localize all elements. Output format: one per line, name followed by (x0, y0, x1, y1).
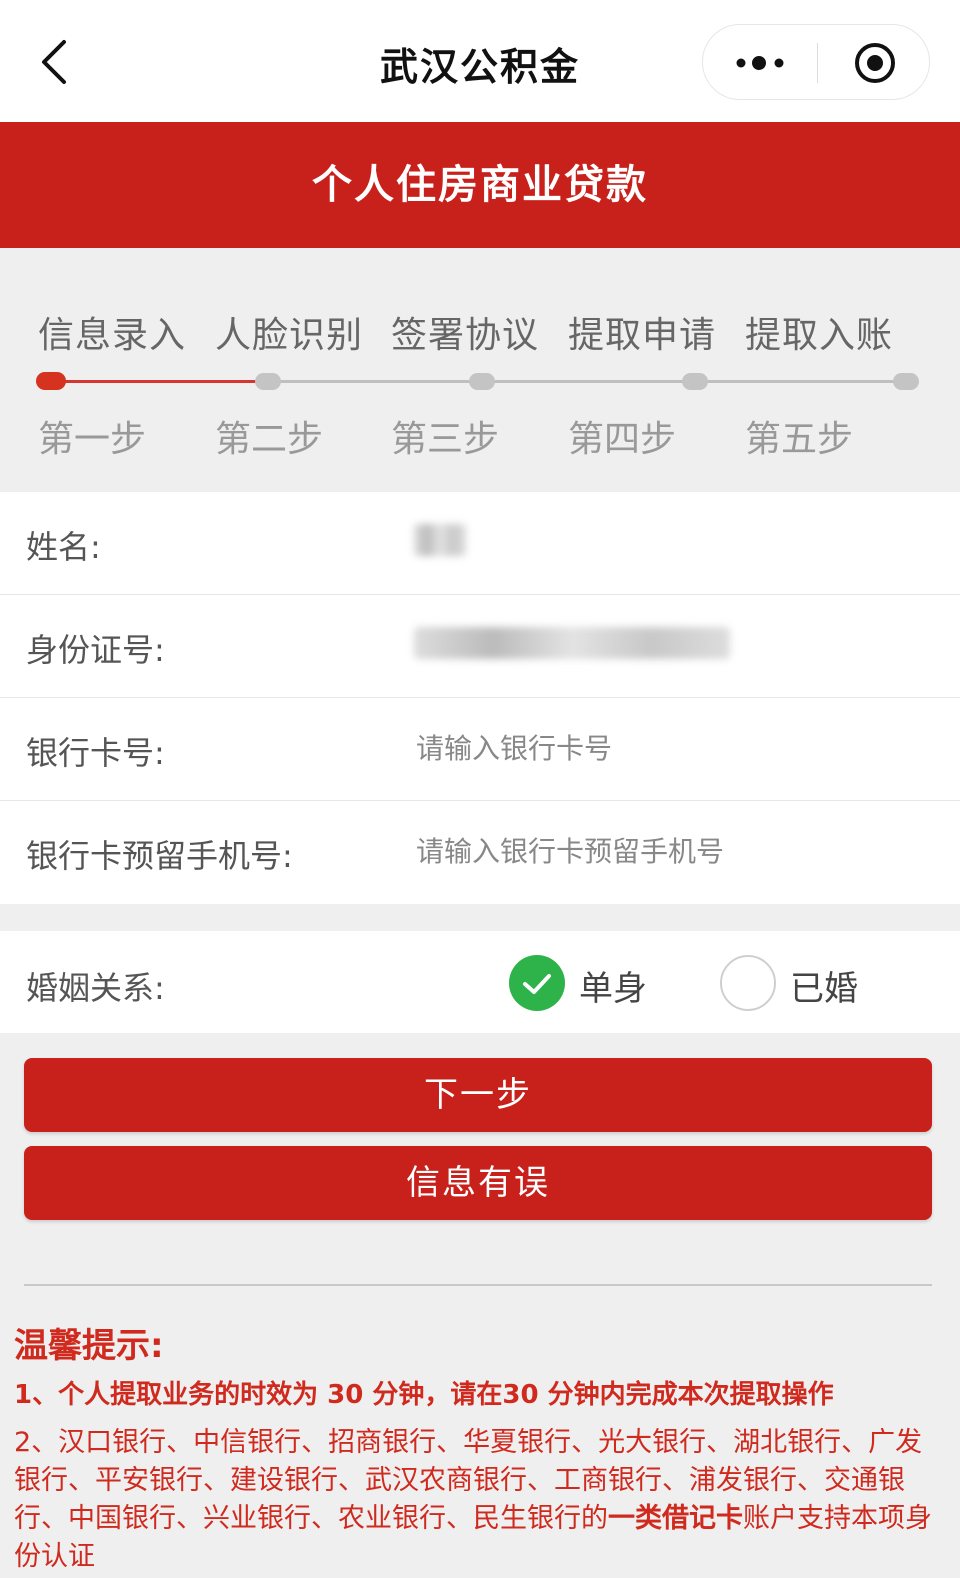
step-sub-1: 第一步 (38, 419, 147, 460)
id-label: 身份证号: (26, 631, 165, 669)
info-error-button[interactable]: 信息有误 (24, 1146, 932, 1220)
mini-program-capsule (702, 24, 930, 100)
radio-married-label: 已婚 (790, 969, 858, 1009)
radio-single-label: 单身 (579, 969, 647, 1009)
phone-label: 银行卡预留手机号: (26, 837, 293, 875)
info-form: 姓名: 身份证号: 银行卡号: 银行卡预留手机号: (0, 492, 960, 904)
close-mini-program-icon[interactable] (853, 41, 897, 85)
tip-line-2-highlight: 一类借记卡 (608, 1503, 743, 1534)
id-row: 身份证号: (0, 595, 960, 698)
name-label: 姓名: (26, 528, 101, 566)
bank-card-input[interactable] (416, 726, 936, 770)
step-dot-5 (893, 373, 919, 390)
step-dot-1 (36, 372, 66, 390)
id-value-redacted (414, 627, 730, 659)
name-row: 姓名: (0, 492, 960, 595)
tips-title: 温馨提示: (14, 1326, 164, 1366)
step-dot-4 (682, 373, 708, 390)
step-dot-3 (469, 373, 495, 390)
step-sub-4: 第四步 (568, 419, 677, 460)
step-sub-5: 第五步 (745, 419, 854, 460)
capsule-divider (817, 43, 818, 83)
step-label-3: 签署协议 (391, 315, 540, 356)
marriage-label: 婚姻关系: (26, 969, 165, 1007)
progress-track-active (50, 380, 268, 383)
marriage-row: 婚姻关系: 单身 已婚 (0, 931, 960, 1033)
step-label-2: 人脸识别 (215, 315, 364, 356)
step-label-4: 提取申请 (568, 315, 717, 356)
navigation-bar: 武汉公积金 (0, 0, 960, 122)
step-indicator: 信息录入 人脸识别 签署协议 提取申请 提取入账 第一步 第二步 第三步 第四步… (0, 248, 960, 492)
tip-line-1: 1、个人提取业务的时效为 30 分钟，请在30 分钟内完成本次提取操作 (14, 1380, 834, 1410)
more-icon[interactable] (733, 45, 789, 81)
unchecked-circle-icon (720, 955, 776, 1011)
name-value-redacted (414, 524, 466, 556)
divider (24, 1284, 932, 1286)
step-sub-2: 第二步 (215, 419, 324, 460)
next-step-button[interactable]: 下一步 (24, 1058, 932, 1132)
step-sub-3: 第三步 (391, 419, 500, 460)
step-label-1: 信息录入 (38, 315, 187, 356)
step-label-5: 提取入账 (745, 315, 894, 356)
step-dot-2 (255, 373, 281, 390)
card-label: 银行卡号: (26, 734, 165, 772)
service-banner: 个人住房商业贷款 (0, 122, 960, 248)
bank-phone-input[interactable] (416, 829, 936, 873)
check-icon (509, 955, 565, 1011)
phone-row: 银行卡预留手机号: (0, 801, 960, 904)
tip-line-2: 2、汉口银行、中信银行、招商银行、华夏银行、光大银行、湖北银行、广发银行、平安银… (14, 1424, 944, 1576)
card-row: 银行卡号: (0, 698, 960, 801)
